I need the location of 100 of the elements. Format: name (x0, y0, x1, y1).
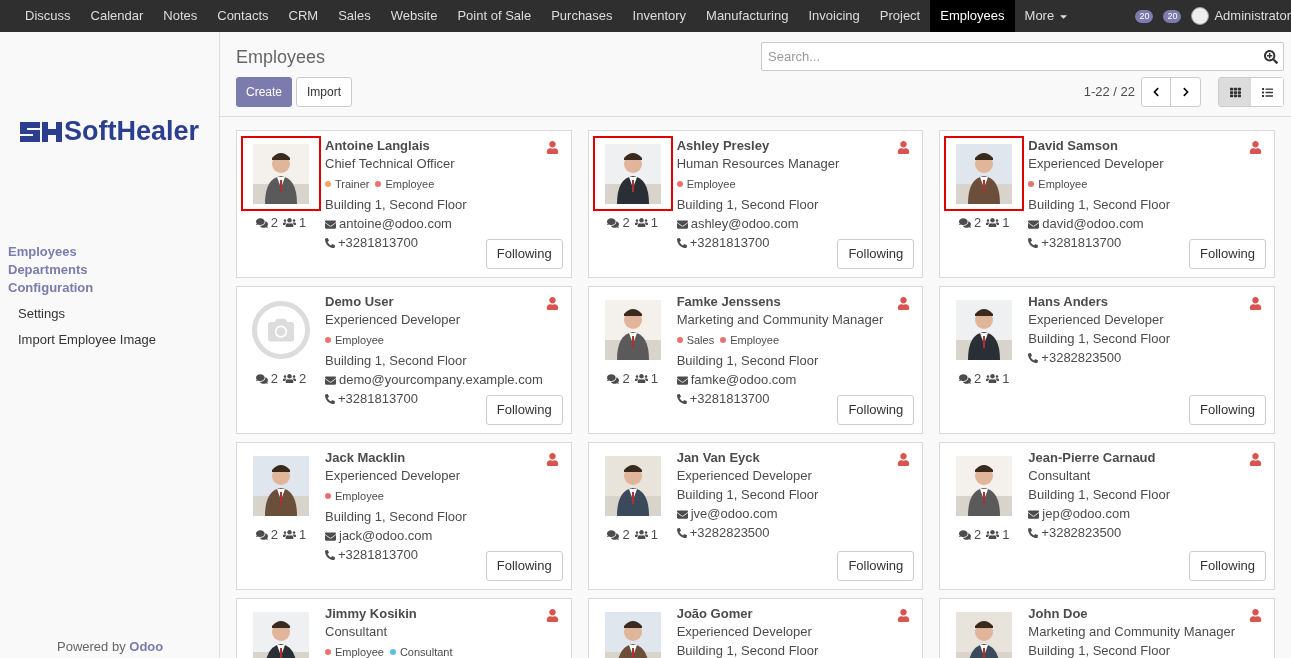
user-status-icon (545, 141, 559, 154)
message-count: 2 (974, 526, 982, 544)
sidebar-menu-item[interactable]: Settings (0, 305, 219, 323)
app-menu-item[interactable]: More (1014, 0, 1080, 32)
followers-icon (986, 372, 1000, 386)
phone-icon (325, 550, 335, 560)
app-menu-item[interactable]: Employees (930, 0, 1015, 32)
camera-placeholder-icon (252, 300, 310, 359)
phone-text: +3282823500 (1041, 349, 1122, 367)
phone-text: +3281813700 (338, 546, 418, 564)
employee-name[interactable]: John Doe (1028, 605, 1266, 623)
employee-name[interactable]: Jack Macklin (325, 449, 563, 467)
employee-card[interactable]: 2 1 Jan Van Eyck Experienced Developer Building 1, Second Floor jve@odoo.com +3282823500 Following (587, 442, 924, 590)
tag-label: Sales (686, 333, 715, 348)
sidebar-section-link[interactable]: Departments (0, 261, 219, 279)
list-icon (1261, 86, 1273, 98)
employee-name[interactable]: Jean-Pierre Carnaud (1028, 449, 1266, 467)
import-button[interactable]: Import (296, 77, 353, 107)
employee-name[interactable]: David Samson (1028, 137, 1266, 155)
employee-card[interactable]: 2 2 Demo User Experienced Developer Employee Building 1, Second Floor demo@yourcompany.example.com +3281813700 Following (236, 286, 572, 434)
app-menu-item[interactable]: Notes (153, 0, 208, 32)
comments-icon (959, 528, 972, 541)
user-status-icon (897, 453, 911, 466)
employee-name[interactable]: Jan Van Eyck (676, 449, 915, 467)
phone-icon (325, 238, 335, 248)
powered-by-text: Powered by Odoo (57, 638, 164, 654)
employee-name[interactable]: Jimmy Kosikin (325, 605, 563, 623)
pager-value[interactable]: 1-22 / 22 (1083, 82, 1135, 102)
following-button[interactable]: Following (837, 551, 915, 581)
phone-text: +3282823500 (689, 524, 770, 542)
following-button[interactable]: Following (1189, 551, 1266, 581)
following-button[interactable]: Following (1189, 395, 1266, 425)
sidebar-menu-item[interactable]: Import Employee Image (0, 331, 219, 349)
employee-card[interactable]: João Gomer Experienced Developer Building 1, Second Floor (587, 598, 924, 658)
employee-card[interactable]: 2 1 Ashley Presley Human Resources Manager Employee Building 1, Second Floor ashley@odoo.com +3281813700 Following (587, 130, 924, 278)
employee-name[interactable]: Famke Jenssens (676, 293, 915, 311)
phone-text: +3281813700 (689, 390, 770, 408)
app-menu-item[interactable]: Manufacturing (696, 0, 799, 32)
phone-icon (1028, 528, 1039, 538)
app-menu-item[interactable]: Project (869, 0, 931, 32)
followers-icon (986, 528, 1000, 542)
envelope-icon (325, 530, 336, 542)
search-icon[interactable] (1264, 50, 1278, 64)
followers-icon (634, 528, 648, 542)
work-location: Building 1, Second Floor (676, 642, 820, 658)
email-text: jep@odoo.com (1042, 505, 1130, 523)
follower-count: 1 (299, 214, 307, 232)
app-menu-item[interactable]: Calendar (80, 0, 154, 32)
employee-card[interactable]: 2 1 Jack Macklin Experienced Developer Employee Building 1, Second Floor jack@odoo.com +3281813700 Following (236, 442, 572, 590)
job-title: Chief Technical Officer (325, 155, 456, 173)
app-menu-item[interactable]: Invoicing (798, 0, 870, 32)
sidebar-section-link[interactable]: Configuration (0, 279, 219, 297)
employee-name[interactable]: Antoine Langlais (325, 137, 563, 155)
employee-card[interactable]: Jimmy Kosikin Consultant Employee Consultant (236, 598, 572, 658)
following-button[interactable]: Following (485, 239, 563, 269)
user-avatar[interactable] (1191, 7, 1210, 25)
create-button[interactable]: Create (236, 77, 293, 107)
app-menu-item[interactable]: Point of Sale (447, 0, 542, 32)
tag-label: Employee (335, 645, 384, 658)
following-button[interactable]: Following (837, 239, 915, 269)
employee-name[interactable]: João Gomer (676, 605, 915, 623)
tag-label: Consultant (399, 645, 453, 658)
messages-badge[interactable]: 20 (1163, 9, 1182, 23)
app-menu-item[interactable]: Contacts (207, 0, 279, 32)
employee-card[interactable]: 2 1 Hans Anders Experienced Developer Building 1, Second Floor +3282823500 Following (939, 286, 1275, 434)
employee-card[interactable]: John Doe Marketing and Community Manager Building 1, Second Floor (939, 598, 1275, 658)
sidebar-section-link[interactable]: Employees (0, 243, 219, 261)
phone-icon (325, 394, 335, 404)
employee-card[interactable]: 2 1 Antoine Langlais Chief Technical Officer Trainer Employee Building 1, Second Floor antoine@odoo.com +3281813700 Following (236, 130, 572, 278)
follower-count: 1 (650, 370, 658, 388)
comments-icon (255, 372, 268, 385)
envelope-icon (676, 508, 688, 520)
following-button[interactable]: Following (1189, 239, 1266, 269)
employee-name[interactable]: Ashley Presley (676, 137, 915, 155)
work-location: Building 1, Second Floor (1028, 642, 1171, 658)
work-location: Building 1, Second Floor (325, 508, 468, 526)
app-menu-item[interactable]: Discuss (15, 0, 81, 32)
list-view-button[interactable] (1251, 78, 1283, 106)
employee-name[interactable]: Hans Anders (1028, 293, 1266, 311)
user-name[interactable]: Administrator (1214, 6, 1291, 26)
message-count: 2 (270, 370, 278, 388)
kanban-view-button[interactable] (1219, 78, 1251, 106)
app-menu-item[interactable]: Website (380, 0, 448, 32)
comments-icon (607, 372, 620, 385)
following-button[interactable]: Following (485, 551, 563, 581)
following-button[interactable]: Following (485, 395, 563, 425)
activity-badge[interactable]: 20 (1135, 9, 1154, 23)
followers-icon (986, 216, 1000, 230)
employee-card[interactable]: 2 1 Jean-Pierre Carnaud Consultant Building 1, Second Floor jep@odoo.com +3282823500 Following (939, 442, 1275, 590)
employee-card[interactable]: 2 1 David Samson Experienced Developer Employee Building 1, Second Floor david@odoo.com +3281813700 Following (939, 130, 1275, 278)
employee-name[interactable]: Demo User (325, 293, 563, 311)
app-menu-item[interactable]: Sales (328, 0, 381, 32)
app-menu-item[interactable]: Purchases (541, 0, 623, 32)
employee-card[interactable]: 2 1 Famke Jenssens Marketing and Community Manager Sales Employee Building 1, Second Floor famke@odoo.com +3281813700 Following (587, 286, 924, 434)
app-menu-item[interactable]: CRM (278, 0, 329, 32)
app-menu-item[interactable]: Inventory (622, 0, 697, 32)
search-field[interactable]: Search... (761, 42, 1284, 71)
following-button[interactable]: Following (837, 395, 915, 425)
envelope-icon (1028, 508, 1040, 520)
job-title: Marketing and Community Manager (1028, 623, 1236, 641)
